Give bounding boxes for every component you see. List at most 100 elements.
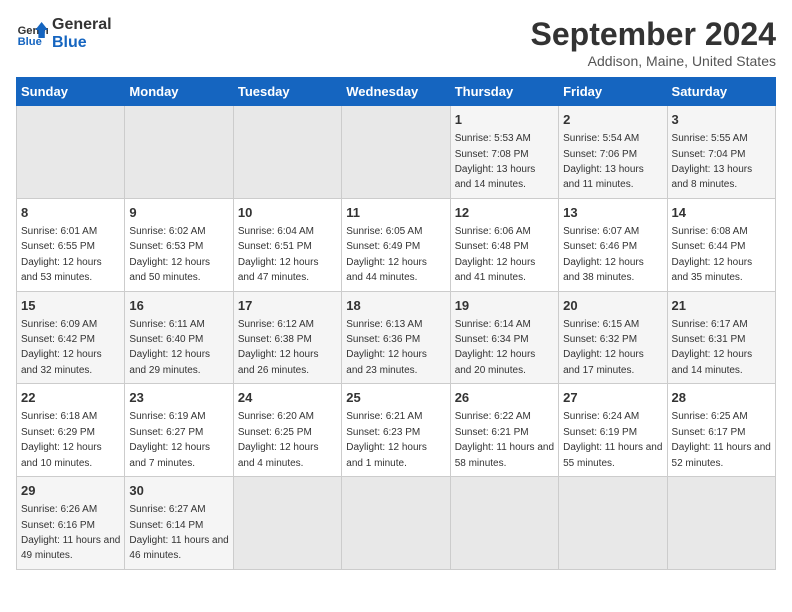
calendar-cell — [233, 106, 341, 199]
calendar-cell: 13Sunrise: 6:07 AMSunset: 6:46 PMDayligh… — [559, 198, 667, 291]
daylight-info: Daylight: 12 hours and 1 minute. — [346, 442, 427, 468]
sunrise-info: Sunrise: 6:13 AM — [346, 319, 422, 330]
daylight-info: Daylight: 11 hours and 58 minutes. — [455, 442, 554, 468]
daylight-info: Daylight: 12 hours and 35 minutes. — [672, 257, 753, 283]
day-number: 16 — [129, 297, 228, 315]
daylight-info: Daylight: 12 hours and 32 minutes. — [21, 349, 102, 375]
sunrise-info: Sunrise: 6:06 AM — [455, 226, 531, 237]
calendar-cell — [17, 106, 125, 199]
daylight-info: Daylight: 11 hours and 49 minutes. — [21, 535, 120, 561]
day-number: 8 — [21, 204, 120, 222]
header-saturday: Saturday — [667, 78, 775, 106]
day-number: 9 — [129, 204, 228, 222]
sunrise-info: Sunrise: 6:18 AM — [21, 411, 97, 422]
calendar-cell: 11 Sunrise: 6:05 AM Sunset: 6:49 PM Dayligh… — [342, 198, 450, 291]
day-number: 12 — [455, 204, 554, 222]
sunrise-info: Sunrise: 6:09 AM — [21, 319, 97, 330]
sunset-info: Sunset: 6:55 PM — [21, 241, 95, 252]
sunrise-info: Sunrise: 6:05 AM — [346, 226, 422, 237]
calendar-cell: 1 Sunrise: 5:53 AM Sunset: 7:08 PM Daylight… — [450, 106, 558, 199]
sunrise-info: Sunrise: 6:04 AM — [238, 226, 314, 237]
day-number: 17 — [238, 297, 337, 315]
calendar-cell: 27Sunrise: 6:24 AMSunset: 6:19 PMDayligh… — [559, 384, 667, 477]
sunset-info: Sunset: 6:17 PM — [672, 427, 746, 438]
sunset-info: Sunset: 7:04 PM — [672, 149, 746, 160]
calendar-cell: 29Sunrise: 6:26 AMSunset: 6:16 PMDayligh… — [17, 477, 125, 570]
day-number: 26 — [455, 389, 554, 407]
day-number: 1 — [455, 111, 554, 129]
sunset-info: Sunset: 6:51 PM — [238, 241, 312, 252]
day-number: 22 — [21, 389, 120, 407]
calendar-cell — [342, 477, 450, 570]
day-number: 30 — [129, 482, 228, 500]
calendar-cell: 17Sunrise: 6:12 AMSunset: 6:38 PMDayligh… — [233, 291, 341, 384]
header-friday: Friday — [559, 78, 667, 106]
sunrise-info: Sunrise: 6:14 AM — [455, 319, 531, 330]
calendar-cell — [559, 477, 667, 570]
daylight-info: Daylight: 12 hours and 23 minutes. — [346, 349, 427, 375]
day-number: 11 — [346, 204, 445, 222]
sunrise-info: Sunrise: 6:27 AM — [129, 504, 205, 515]
sunset-info: Sunset: 6:42 PM — [21, 334, 95, 345]
sunrise-info: Sunrise: 6:07 AM — [563, 226, 639, 237]
calendar-cell: 16Sunrise: 6:11 AMSunset: 6:40 PMDayligh… — [125, 291, 233, 384]
sunset-info: Sunset: 6:44 PM — [672, 241, 746, 252]
daylight-info: Daylight: 13 hours and 14 minutes. — [455, 164, 536, 190]
daylight-info: Daylight: 12 hours and 47 minutes. — [238, 257, 319, 283]
calendar-cell: 22Sunrise: 6:18 AMSunset: 6:29 PMDayligh… — [17, 384, 125, 477]
calendar-cell: 30Sunrise: 6:27 AMSunset: 6:14 PMDayligh… — [125, 477, 233, 570]
sunrise-info: Sunrise: 6:25 AM — [672, 411, 748, 422]
calendar-week-row: 8 Sunrise: 6:01 AM Sunset: 6:55 PM Daylight… — [17, 198, 776, 291]
daylight-info: Daylight: 12 hours and 26 minutes. — [238, 349, 319, 375]
daylight-info: Daylight: 12 hours and 10 minutes. — [21, 442, 102, 468]
sunset-info: Sunset: 6:48 PM — [455, 241, 529, 252]
day-number: 10 — [238, 204, 337, 222]
day-number: 18 — [346, 297, 445, 315]
sunset-info: Sunset: 6:38 PM — [238, 334, 312, 345]
calendar-cell: 8 Sunrise: 6:01 AM Sunset: 6:55 PM Daylight… — [17, 198, 125, 291]
daylight-info: Daylight: 11 hours and 46 minutes. — [129, 535, 228, 561]
daylight-info: Daylight: 12 hours and 44 minutes. — [346, 257, 427, 283]
calendar-cell: 10 Sunrise: 6:04 AM Sunset: 6:51 PM Dayligh… — [233, 198, 341, 291]
logo: General Blue General Blue — [16, 16, 112, 51]
sunset-info: Sunset: 7:06 PM — [563, 149, 637, 160]
daylight-info: Daylight: 12 hours and 53 minutes. — [21, 257, 102, 283]
sunset-info: Sunset: 6:34 PM — [455, 334, 529, 345]
sunset-info: Sunset: 7:08 PM — [455, 149, 529, 160]
sunrise-info: Sunrise: 6:01 AM — [21, 226, 97, 237]
sunrise-info: Sunrise: 6:22 AM — [455, 411, 531, 422]
calendar-cell: 3Sunrise: 5:55 AMSunset: 7:04 PMDaylight… — [667, 106, 775, 199]
sunrise-info: Sunrise: 6:19 AM — [129, 411, 205, 422]
logo-icon: General Blue — [16, 18, 48, 50]
calendar-cell: 20Sunrise: 6:15 AMSunset: 6:32 PMDayligh… — [559, 291, 667, 384]
sunset-info: Sunset: 6:19 PM — [563, 427, 637, 438]
page-subtitle: Addison, Maine, United States — [531, 53, 776, 69]
daylight-info: Daylight: 12 hours and 20 minutes. — [455, 349, 536, 375]
header-thursday: Thursday — [450, 78, 558, 106]
sunrise-info: Sunrise: 6:08 AM — [672, 226, 748, 237]
day-number: 13 — [563, 204, 662, 222]
day-number: 21 — [672, 297, 771, 315]
calendar-table: Sunday Monday Tuesday Wednesday Thursday… — [16, 77, 776, 570]
sunset-info: Sunset: 6:49 PM — [346, 241, 420, 252]
sunrise-info: Sunrise: 6:15 AM — [563, 319, 639, 330]
day-number: 20 — [563, 297, 662, 315]
sunset-info: Sunset: 6:25 PM — [238, 427, 312, 438]
day-number: 15 — [21, 297, 120, 315]
day-number: 27 — [563, 389, 662, 407]
header-tuesday: Tuesday — [233, 78, 341, 106]
daylight-info: Daylight: 13 hours and 8 minutes. — [672, 164, 753, 190]
calendar-cell: 18Sunrise: 6:13 AMSunset: 6:36 PMDayligh… — [342, 291, 450, 384]
sunrise-info: Sunrise: 5:53 AM — [455, 133, 531, 144]
day-number: 25 — [346, 389, 445, 407]
svg-text:Blue: Blue — [18, 36, 42, 48]
daylight-info: Daylight: 12 hours and 50 minutes. — [129, 257, 210, 283]
calendar-cell: 28Sunrise: 6:25 AMSunset: 6:17 PMDayligh… — [667, 384, 775, 477]
day-number: 14 — [672, 204, 771, 222]
calendar-cell: 24Sunrise: 6:20 AMSunset: 6:25 PMDayligh… — [233, 384, 341, 477]
calendar-week-row: 1 Sunrise: 5:53 AM Sunset: 7:08 PM Daylight… — [17, 106, 776, 199]
calendar-cell: 15 Sunrise: 6:09 AM Sunset: 6:42 PM Dayligh… — [17, 291, 125, 384]
header: General Blue General Blue September 2024… — [16, 16, 776, 69]
calendar-cell: 19Sunrise: 6:14 AMSunset: 6:34 PMDayligh… — [450, 291, 558, 384]
calendar-cell — [667, 477, 775, 570]
